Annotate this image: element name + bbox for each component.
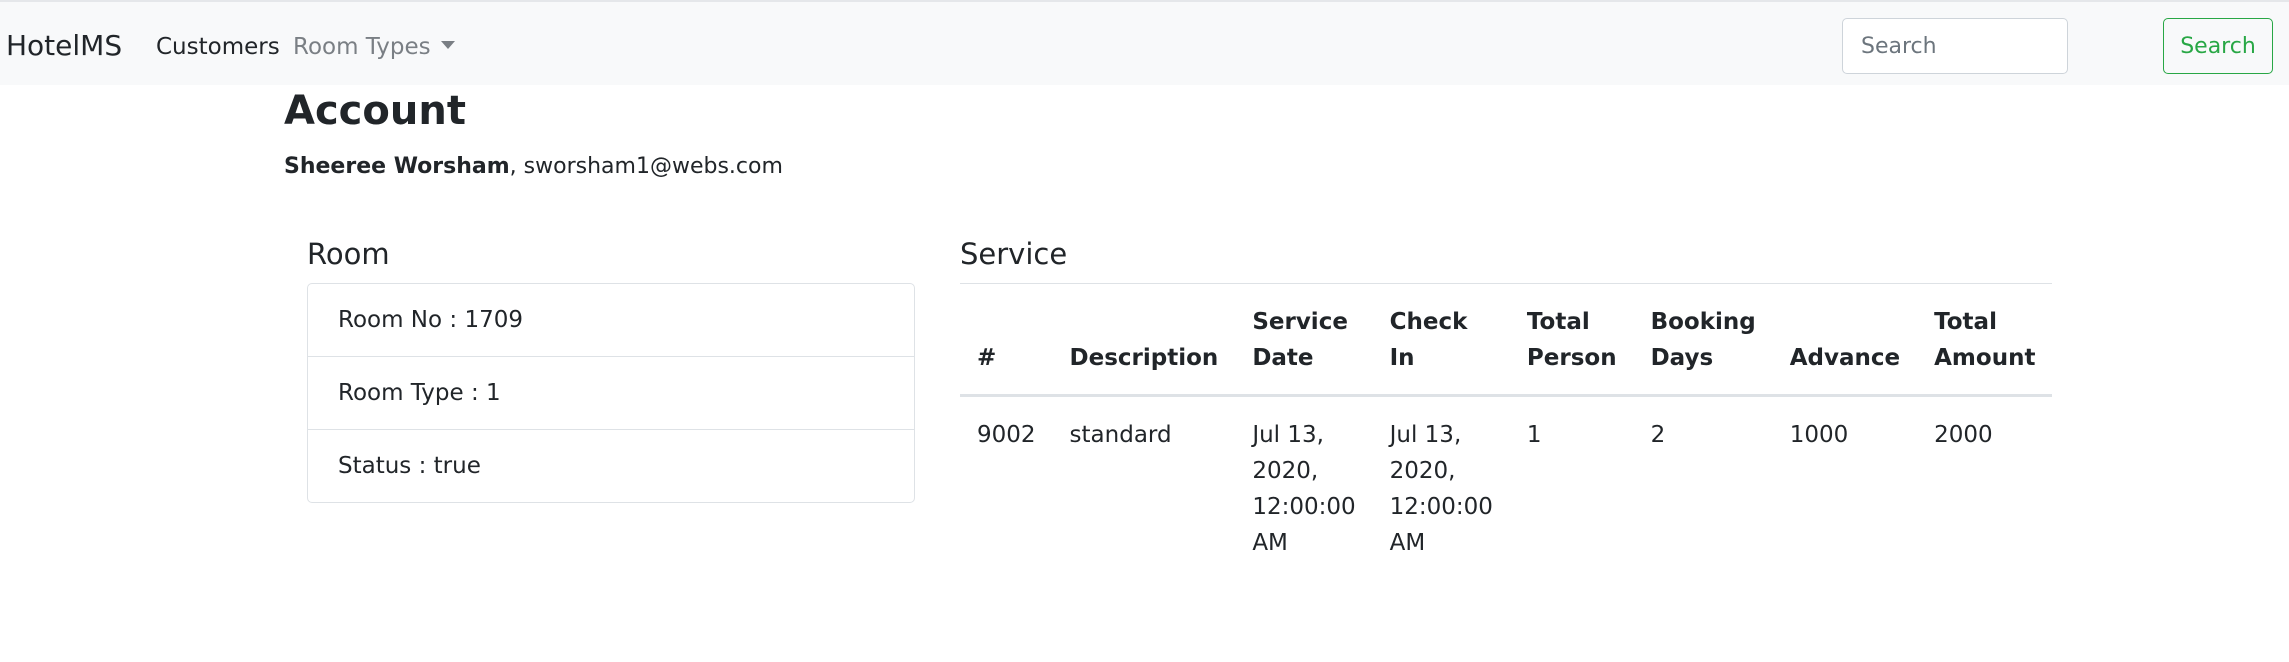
room-status-item: Status : true [338,453,481,479]
brand-link[interactable]: HotelMS [6,28,122,64]
page-title: Account [284,88,466,134]
caret-down-icon [440,40,455,49]
service-section-title: Service [960,237,1068,271]
account-separator: , [509,154,524,179]
cell-service-date: Jul 13, 2020, 12:00:00 AM [1252,422,1356,556]
column-header-service-date: Service Date [1235,283,1373,397]
service-table: # Description Service Date Check In Tota… [960,283,2053,572]
customer-email: sworsham1@webs.com [523,154,783,179]
search-input[interactable] [1842,18,2068,74]
column-header-total-amount: Total Amount [1917,283,2053,397]
navbar: HotelMS Customers Room Types Search [0,0,2289,85]
nav-customers[interactable]: Customers [156,32,280,62]
search-button[interactable]: Search [2163,18,2273,74]
column-header-booking-days: Booking Days [1633,283,1773,397]
column-header-number: # [960,283,1053,397]
cell-number: 9002 [977,422,1036,448]
cell-booking-days: 2 [1650,422,1666,448]
cell-check-in: Jul 13, 2020, 12:00:00 AM [1389,422,1493,556]
room-number-item: Room No : 1709 [308,284,914,357]
column-header-description: Description [1052,283,1236,397]
table-header-row: # Description Service Date Check In Tota… [960,283,2053,397]
nav-room-types-dropdown[interactable]: Room Types [293,32,455,62]
account-info: Sheeree Worsham, sworsham1@webs.com [284,152,783,182]
column-header-check-in: Check In [1372,283,1510,397]
room-section-title: Room [307,237,390,271]
nav-room-types-label: Room Types [293,34,431,60]
column-header-advance: Advance [1772,283,1918,397]
table-row: 9002 standard Jul 13, 2020, 12:00:00 AM … [960,396,2052,572]
room-type-item: Room Type : 1 [308,357,914,430]
cell-description: standard [1069,422,1172,448]
cell-advance: 1000 [1789,422,1849,448]
cell-total-person: 1 [1526,422,1542,448]
cell-total-amount: 2000 [1934,422,1993,448]
column-header-total-person: Total Person [1509,283,1634,397]
customer-name: Sheeree Worsham [284,154,510,179]
room-details-list: Room No : 1709 Room Type : 1 Status : tr… [307,283,915,503]
